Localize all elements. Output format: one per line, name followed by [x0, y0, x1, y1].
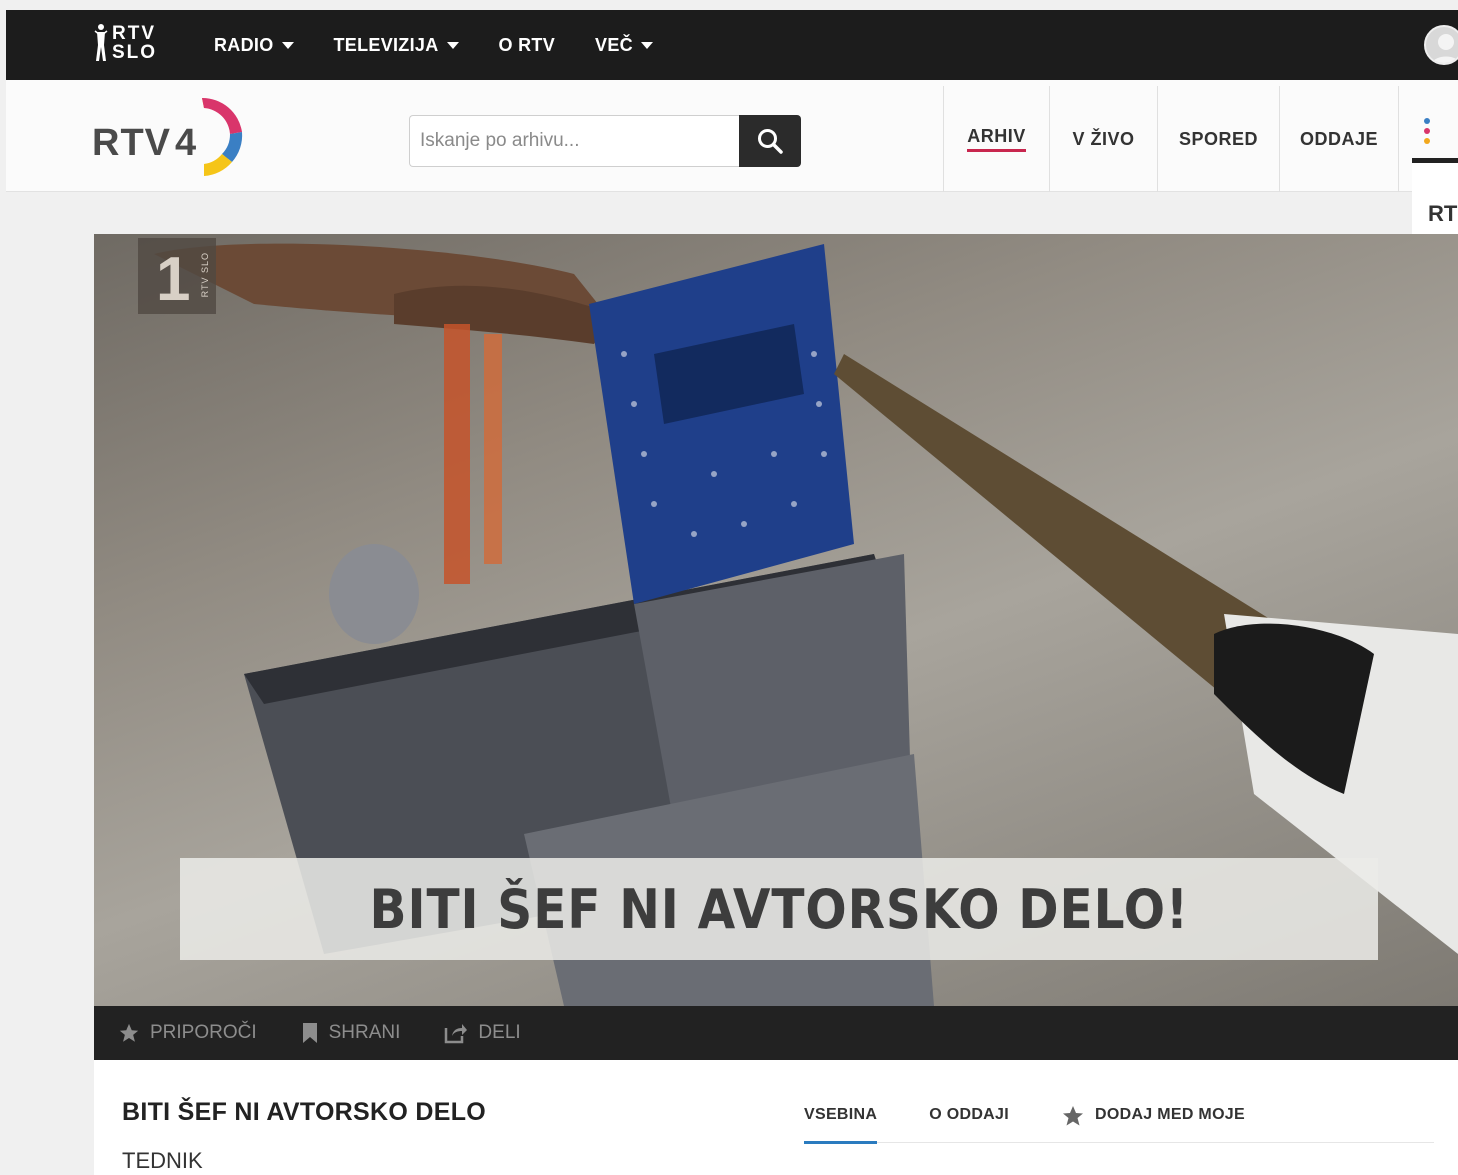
share-label: DELI: [478, 1022, 521, 1043]
search-button[interactable]: [739, 115, 801, 167]
save-label: SHRANI: [328, 1022, 401, 1043]
user-avatar[interactable]: [1424, 25, 1458, 65]
nav-oddaje[interactable]: ODDAJE: [1279, 86, 1399, 192]
nav-oddaje-label: ODDAJE: [1299, 128, 1378, 149]
nav-arhiv-label: ARHIV: [967, 126, 1026, 152]
video-info: BITI ŠEF NI AVTORSKO DELO TEDNIK VSEBINA…: [94, 1060, 1458, 1175]
nav-v-zivo-label: V ŽIVO: [1072, 128, 1135, 149]
recommend-label: PRIPOROČI: [150, 1022, 257, 1043]
search-input[interactable]: [409, 115, 739, 167]
share-button[interactable]: DELI: [444, 1022, 521, 1044]
nav-spored[interactable]: SPORED: [1157, 86, 1279, 192]
rtv4-logo-number: 4: [175, 122, 198, 164]
top-bar: RTV SLO RADIO TELEVIZIJA O RTV VEČ: [6, 10, 1458, 80]
topnav-televizija-label: TELEVIZIJA: [333, 34, 439, 55]
tab-o-oddaji-label: O ODDAJI: [929, 1106, 1009, 1123]
share-icon: [445, 1024, 468, 1044]
logo-line-1: RTV: [112, 23, 156, 44]
search-icon: [758, 129, 783, 154]
main-nav: ARHIV V ŽIVO SPORED ODDAJE: [943, 86, 1399, 192]
topnav-vec-label: VEČ: [595, 34, 633, 55]
nav-spored-label: SPORED: [1178, 128, 1259, 149]
dot-red: [1424, 128, 1430, 134]
action-bar: PRIPOROČI SHRANI DELI: [94, 1006, 1458, 1060]
site-header: RTV4 ARHIV V ŽIVO SPORED ODDAJE: [6, 80, 1458, 192]
save-button[interactable]: SHRANI: [301, 1022, 401, 1044]
caret-down-icon: [281, 41, 294, 49]
video-title: BITI ŠEF NI AVTORSKO DELO: [122, 1098, 487, 1126]
user-icon: [1431, 34, 1458, 63]
tab-vsebina[interactable]: VSEBINA: [804, 1100, 878, 1144]
tab-o-oddaji[interactable]: O ODDAJI: [929, 1100, 1009, 1143]
topnav-televizija[interactable]: TELEVIZIJA: [334, 35, 459, 56]
topnav-o-rtv[interactable]: O RTV: [499, 35, 556, 56]
topnav-o-rtv-label: O RTV: [498, 34, 556, 55]
video-caption: BITI ŠEF NI AVTORSKO DELO!: [180, 858, 1378, 960]
bookmark-icon: [302, 1023, 317, 1043]
dot-blue: [1424, 118, 1430, 124]
tab-dodaj-med-moje[interactable]: DODAJ MED MOJE: [1061, 1100, 1245, 1143]
nav-v-zivo[interactable]: V ŽIVO: [1049, 86, 1157, 192]
top-nav: RADIO TELEVIZIJA O RTV VEČ: [214, 10, 693, 80]
rtvslo-figure-icon: [94, 24, 108, 61]
channel-badge: 1 RTV SLO: [138, 238, 216, 314]
tab-vsebina-label: VSEBINA: [804, 1106, 878, 1123]
more-menu-icon[interactable]: [1424, 118, 1434, 148]
video-player[interactable]: 1 RTV SLO BITI ŠEF NI AVTORSKO DELO!: [94, 234, 1458, 1006]
logo-line-2: SLO: [112, 42, 158, 63]
side-panel-title: RT: [1428, 201, 1458, 226]
star-icon: [1062, 1106, 1083, 1126]
topnav-radio[interactable]: RADIO: [214, 35, 294, 56]
info-tabs: VSEBINA O ODDAJI DODAJ MED MOJE: [804, 1100, 1434, 1144]
rtvslo-logo[interactable]: RTV SLO: [94, 23, 157, 63]
dot-yellow: [1424, 138, 1430, 144]
recommend-button[interactable]: PRIPOROČI: [118, 1022, 257, 1044]
nav-arhiv[interactable]: ARHIV: [943, 86, 1049, 192]
topnav-radio-label: RADIO: [214, 34, 274, 55]
rtv4-logo-text: RTV: [92, 122, 171, 164]
tab-dodaj-med-moje-label: DODAJ MED MOJE: [1094, 1106, 1245, 1123]
channel-label: RTV SLO: [200, 252, 210, 298]
caret-down-icon: [446, 41, 459, 49]
archive-search: [409, 115, 801, 167]
topnav-vec[interactable]: VEČ: [595, 35, 653, 56]
channel-number: 1: [156, 245, 191, 314]
rtv4-logo[interactable]: RTV 4: [92, 92, 262, 180]
star-icon: [119, 1023, 139, 1042]
video-caption-text: BITI ŠEF NI AVTORSKO DELO!: [369, 877, 1189, 941]
caret-down-icon: [640, 41, 653, 49]
show-name[interactable]: TEDNIK: [122, 1148, 203, 1174]
